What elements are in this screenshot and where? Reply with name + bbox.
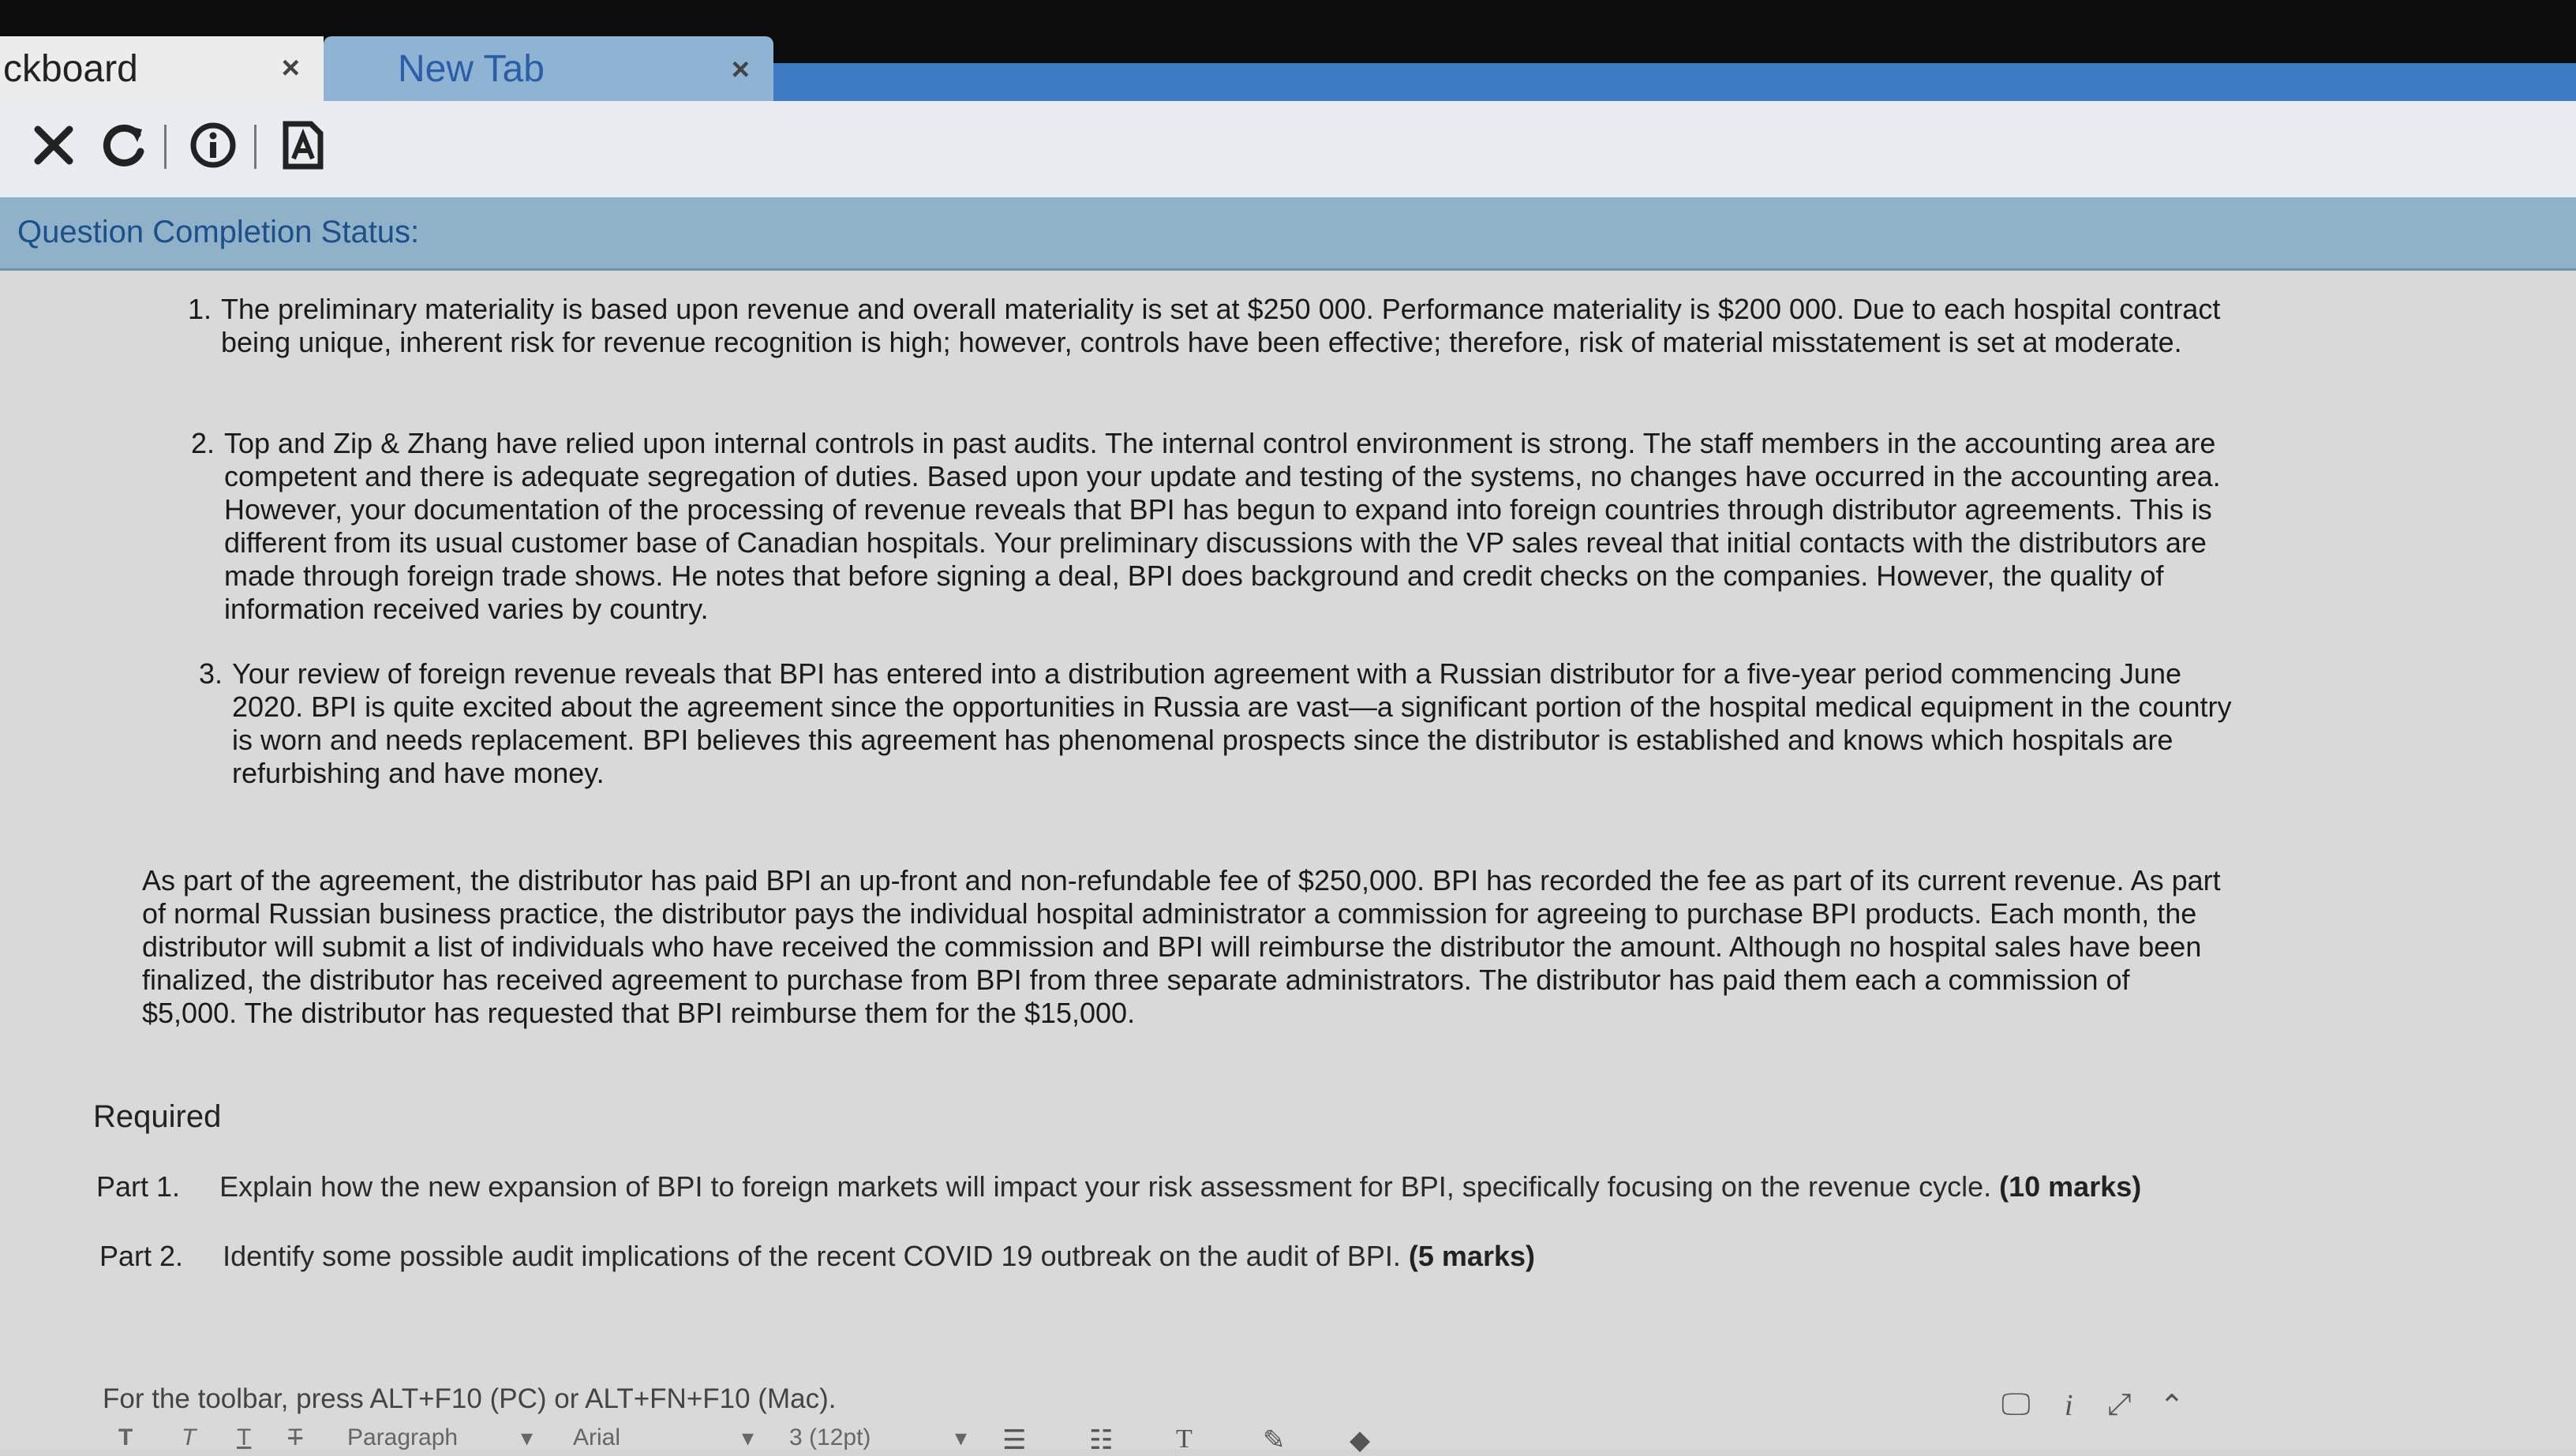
site-info-button[interactable] — [183, 114, 243, 177]
close-icon — [34, 125, 73, 165]
question-item-3: 3. Your review of foreign revenue reveal… — [199, 657, 2237, 790]
reload-icon — [103, 124, 144, 167]
part-marks: (5 marks) — [1408, 1240, 1535, 1272]
required-part-2: Part 2. Identify some possible audit imp… — [99, 1240, 2230, 1273]
question-completion-status[interactable]: Question Completion Status: — [17, 215, 419, 250]
reload-button[interactable] — [95, 114, 155, 177]
chevron-down-icon[interactable]: ▾ — [521, 1424, 533, 1452]
tab-blackboard[interactable]: ckboard × — [0, 36, 324, 101]
collapse-icon[interactable]: ⌃ — [2159, 1388, 2185, 1424]
italic-button[interactable]: T — [182, 1424, 196, 1451]
bullet-list-icon[interactable]: ☰ — [1002, 1424, 1026, 1456]
question-number: 2. — [191, 427, 215, 459]
text-style-icon[interactable]: T — [1176, 1424, 1193, 1454]
part-label: Part 2. — [99, 1240, 184, 1272]
fullscreen-icon[interactable]: ⤢ — [2107, 1388, 2131, 1422]
chevron-down-icon[interactable]: ▾ — [955, 1424, 967, 1452]
agreement-paragraph: As part of the agreement, the distributo… — [142, 864, 2221, 1029]
browser-toolbar — [0, 101, 2576, 199]
question-content: 1. The preliminary materiality is based … — [0, 271, 2576, 1455]
numbered-list-icon[interactable]: ☷ — [1089, 1424, 1113, 1456]
reader-mode-icon — [283, 121, 324, 170]
editor-toolbar: T T T T Paragraph ▾ Arial ▾ 3 (12pt) ▾ ☰… — [103, 1424, 2576, 1456]
tab-close-icon[interactable]: × — [282, 51, 300, 86]
question-item-1: 1. The preliminary materiality is based … — [188, 293, 2241, 359]
tab-new-tab[interactable]: New Tab × — [324, 36, 773, 101]
required-part-1: Part 1. Explain how the new expansion of… — [96, 1170, 2227, 1203]
question-text: Top and Zip & Zhang have relied upon int… — [224, 427, 2221, 625]
info-icon — [190, 122, 236, 168]
question-number: 3. — [199, 657, 223, 690]
eraser-icon[interactable]: ◆ — [1350, 1424, 1370, 1456]
part-marks: (10 marks) — [1999, 1170, 2142, 1203]
strikethrough-button[interactable]: T — [288, 1424, 302, 1451]
part-text: Identify some possible audit implication… — [223, 1240, 1401, 1272]
editor-toolbar-hint: For the toolbar, press ALT+F10 (PC) or A… — [103, 1383, 837, 1414]
preview-icon[interactable]: 🖵 — [2001, 1388, 2031, 1422]
tabstrip-background — [773, 63, 2576, 101]
part-text: Explain how the new expansion of BPI to … — [219, 1170, 1992, 1203]
toolbar-divider — [164, 125, 167, 169]
toolbar-divider — [254, 125, 256, 169]
bold-button[interactable]: T — [118, 1424, 133, 1451]
pen-icon[interactable]: ✎ — [1263, 1424, 1286, 1456]
question-text: Your review of foreign revenue reveals t… — [232, 657, 2232, 789]
chevron-down-icon[interactable]: ▾ — [742, 1424, 754, 1452]
part-label: Part 1. — [96, 1170, 181, 1203]
tab-label: ckboard — [3, 47, 138, 90]
tab-close-icon[interactable]: × — [732, 52, 750, 88]
reader-button[interactable] — [273, 114, 333, 177]
info-icon[interactable]: i — [2065, 1388, 2073, 1423]
question-number: 1. — [188, 293, 212, 325]
question-text: The preliminary materiality is based upo… — [221, 293, 2221, 358]
underline-button[interactable]: T — [237, 1424, 251, 1451]
required-heading: Required — [93, 1099, 222, 1134]
question-status-bar: Question Completion Status: — [0, 197, 2576, 271]
stop-button[interactable] — [24, 114, 84, 177]
question-item-2: 2. Top and Zip & Zhang have relied upon … — [191, 427, 2237, 626]
font-size-select[interactable]: 3 (12pt) — [789, 1424, 871, 1451]
font-select[interactable]: Arial — [573, 1424, 620, 1451]
paragraph-select[interactable]: Paragraph — [347, 1424, 458, 1451]
tab-label: New Tab — [398, 47, 545, 90]
